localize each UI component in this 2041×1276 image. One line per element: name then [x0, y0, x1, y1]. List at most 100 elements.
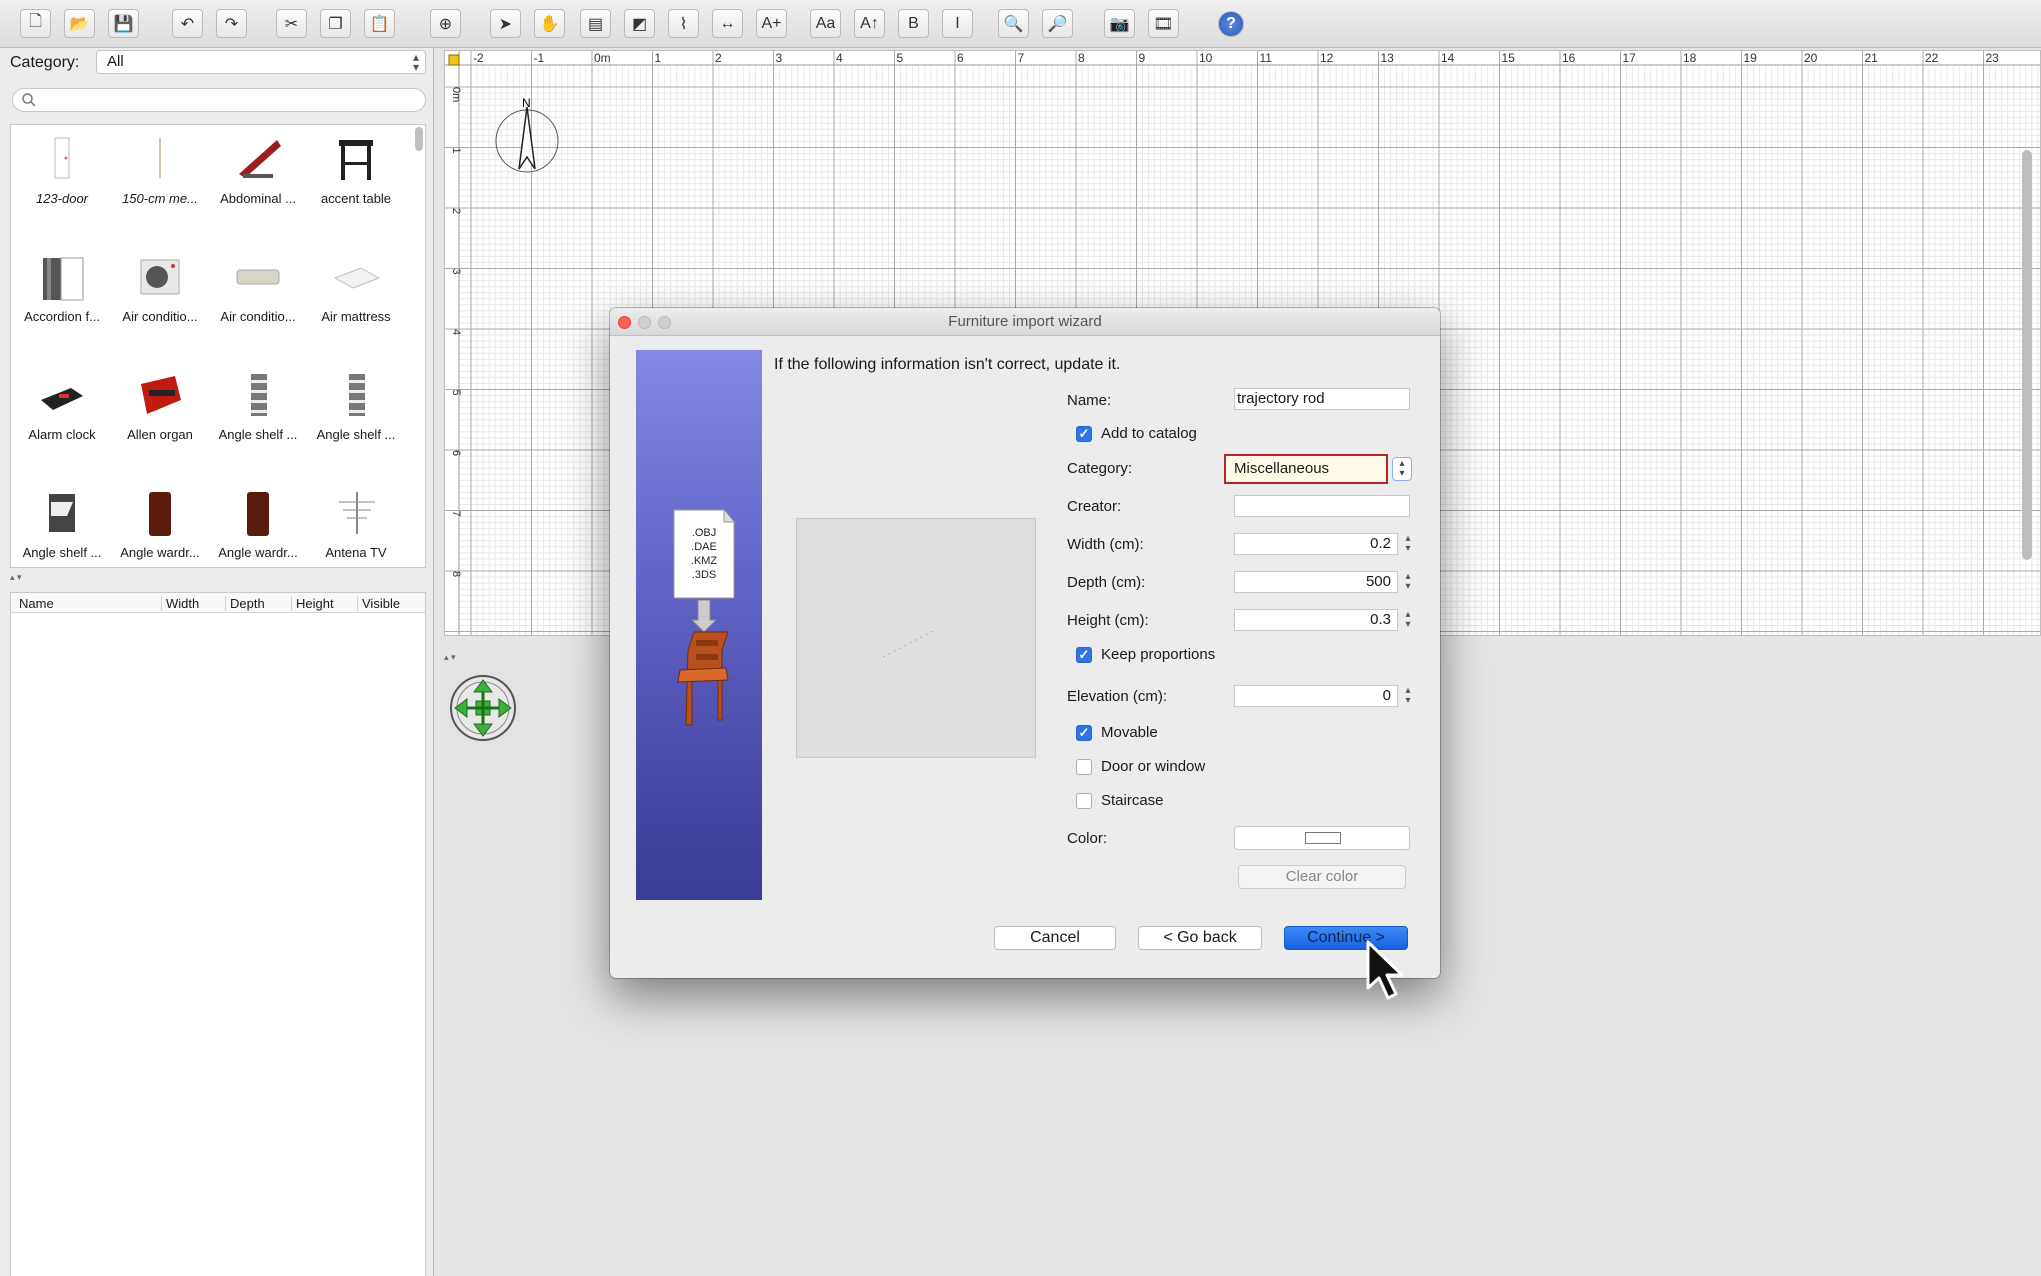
catalog-panel: Category: All ▴ ▾ 123-door 150-cm me... Abd… — [0, 48, 434, 1276]
plan-scrollbar[interactable] — [2022, 150, 2032, 560]
open-icon[interactable]: 📂 — [64, 9, 95, 38]
main-toolbar: 🗋 📂 💾 ↶ ↷ ✂ ❐ 📋 ⊕ ➤ ✋ ▤ ◩ ⌇ ↔ A+ Aa A↑ B I 🔍 🔎 📷 🎞? — [0, 0, 2041, 48]
minimize-icon[interactable] — [638, 316, 651, 329]
italic-icon[interactable]: I — [942, 9, 973, 38]
catalog-item[interactable]: Accordion f... — [13, 245, 111, 355]
cancel-button[interactable]: Cancel — [994, 926, 1116, 950]
create-dimensions-icon[interactable]: ↔ — [712, 9, 743, 38]
catalog-item-label: Antena TV — [325, 545, 387, 560]
catalog-item[interactable]: 150-cm me... — [111, 127, 209, 237]
catalog-item[interactable]: 123-door — [13, 127, 111, 237]
add-to-catalog-checkbox[interactable]: ✓ Add to catalog — [1076, 425, 1197, 442]
ruler-label: 10 — [1199, 51, 1213, 65]
name-field[interactable]: trajectory rod — [1234, 388, 1410, 410]
door-or-window-checkbox[interactable]: Door or window — [1076, 758, 1205, 775]
go-back-button[interactable]: < Go back — [1138, 926, 1262, 950]
copy-icon[interactable]: ❐ — [320, 9, 351, 38]
depth-field[interactable]: 500 — [1234, 571, 1398, 593]
zoom-out-icon[interactable]: 🔎 — [1042, 9, 1073, 38]
redo-icon[interactable]: ↷ — [216, 9, 247, 38]
catalog-item[interactable]: Air conditio... — [111, 245, 209, 355]
create-rooms-icon[interactable]: ◩ — [624, 9, 655, 38]
zoom-icon[interactable] — [658, 316, 671, 329]
ruler-label: 5 — [897, 51, 904, 65]
category-combo-arrows-icon[interactable]: ▴ ▾ — [1392, 457, 1412, 481]
ruler-label: 0m — [450, 87, 462, 102]
staircase-checkbox[interactable]: Staircase — [1076, 792, 1164, 809]
color-label: Color: — [1067, 830, 1108, 847]
catalog-item-label: Angle wardr... — [218, 545, 298, 560]
width-spinner[interactable]: ▴ ▾ — [1402, 534, 1414, 556]
ruler-label: 21 — [1865, 51, 1879, 65]
bold-icon[interactable]: B — [898, 9, 929, 38]
add-text-icon[interactable]: A+ — [756, 9, 787, 38]
column-header[interactable]: Visible — [357, 596, 400, 611]
create-photo-icon[interactable]: 📷 — [1104, 9, 1135, 38]
checkbox-icon — [1076, 758, 1092, 775]
movable-checkbox[interactable]: ✓ Movable — [1076, 724, 1158, 741]
select-icon[interactable]: ➤ — [490, 9, 521, 38]
zoom-in-icon[interactable]: 🔍 — [998, 9, 1029, 38]
column-header[interactable]: Name — [15, 596, 54, 611]
undo-icon[interactable]: ↶ — [172, 9, 203, 38]
keep-proportions-checkbox[interactable]: ✓ Keep proportions — [1076, 646, 1215, 663]
ruler-label: 13 — [1381, 51, 1395, 65]
catalog-item[interactable]: Abdominal ... — [209, 127, 307, 237]
paste-icon[interactable]: 📋 — [364, 9, 395, 38]
catalog-item[interactable]: accent table — [307, 127, 405, 237]
search-input[interactable] — [12, 88, 426, 112]
model-preview[interactable] — [796, 518, 1036, 758]
catalog-item-label: Abdominal ... — [220, 191, 296, 206]
new-icon[interactable]: 🗋 — [20, 9, 51, 38]
depth-spinner[interactable]: ▴ ▾ — [1402, 572, 1414, 594]
catalog-item[interactable]: Allen organ — [111, 363, 209, 473]
catalog-item[interactable]: Angle shelf ... — [307, 363, 405, 473]
movable-label: Movable — [1101, 724, 1158, 741]
increase-text-size-icon[interactable]: A↑ — [854, 9, 885, 38]
category-select-value: All — [107, 53, 124, 70]
create-walls-icon[interactable]: ▤ — [580, 9, 611, 38]
catalog-item[interactable]: Angle shelf ... — [209, 363, 307, 473]
organ-icon — [141, 376, 181, 414]
category-combo[interactable]: Miscellaneous — [1224, 454, 1388, 484]
navigation-arrows-icon[interactable] — [449, 674, 517, 742]
elevation-spinner[interactable]: ▴ ▾ — [1402, 686, 1414, 708]
close-icon[interactable] — [618, 316, 631, 329]
catalog-item[interactable]: Air mattress — [307, 245, 405, 355]
ruler-label: 17 — [1623, 51, 1637, 65]
modify-text-style-icon[interactable]: Aa — [810, 9, 841, 38]
checkbox-icon: ✓ — [1076, 724, 1092, 741]
ruler-label: 20 — [1804, 51, 1818, 65]
dialog-title: Furniture import wizard — [948, 313, 1102, 330]
ruler-label: 1 — [450, 148, 462, 154]
catalog-item[interactable]: Air conditio... — [209, 245, 307, 355]
category-select[interactable]: All ▴ ▾ — [96, 50, 426, 74]
pan-icon[interactable]: ✋ — [534, 9, 565, 38]
column-header[interactable]: Depth — [225, 596, 265, 611]
column-header[interactable]: Height — [291, 596, 334, 611]
elevation-field[interactable]: 0 — [1234, 685, 1398, 707]
catalog-scrollbar[interactable] — [415, 127, 423, 151]
split-handle[interactable]: ▴ ▾ — [10, 572, 426, 582]
create-polylines-icon[interactable]: ⌇ — [668, 9, 699, 38]
width-field[interactable]: 0.2 — [1234, 533, 1398, 555]
ruler-label: 7 — [450, 511, 462, 517]
creator-field[interactable] — [1234, 495, 1410, 517]
add-furniture-icon[interactable]: ⊕ — [430, 9, 461, 38]
split-handle[interactable]: ▴ ▾ — [444, 652, 456, 663]
catalog-item-label: accent table — [320, 191, 392, 206]
create-video-icon[interactable]: 🎞 — [1148, 9, 1179, 38]
clear-color-button[interactable]: Clear color — [1238, 865, 1406, 889]
format-kmz: .KMZ — [691, 555, 718, 567]
height-field[interactable]: 0.3 — [1234, 609, 1398, 631]
catalog-item[interactable]: Alarm clock — [13, 363, 111, 473]
column-header[interactable]: Width — [161, 596, 199, 611]
ruler-label: 12 — [1320, 51, 1334, 65]
color-button[interactable] — [1234, 826, 1410, 850]
help-icon[interactable]: ? — [1218, 11, 1244, 37]
cut-icon[interactable]: ✂ — [276, 9, 307, 38]
save-icon[interactable]: 💾 — [108, 9, 139, 38]
height-spinner[interactable]: ▴ ▾ — [1402, 610, 1414, 632]
elevation-label: Elevation (cm): — [1067, 688, 1168, 705]
checkbox-icon: ✓ — [1076, 646, 1092, 663]
